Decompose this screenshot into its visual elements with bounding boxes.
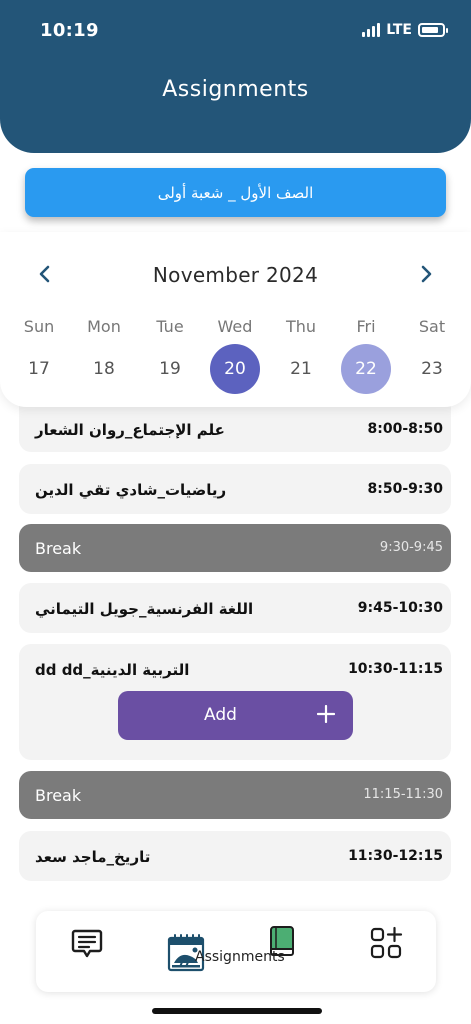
apps-add-icon[interactable] (366, 923, 406, 963)
period-time: 11:30-12:15 (348, 848, 443, 864)
calendar-month: November 2024 (152, 263, 319, 287)
day-cell-selected[interactable]: 20 (210, 344, 260, 394)
message-icon[interactable] (67, 923, 107, 963)
home-indicator[interactable] (152, 1008, 322, 1014)
subject-label: رياضيات_شادي تقي الدين (35, 481, 227, 499)
class-selector-label: الصف الأول _ شعبة أولى (157, 183, 314, 202)
schedule-row-current[interactable]: التربية الدينية_dd dd 10:30-11:15 Add (19, 644, 451, 760)
period-time: 8:50-9:30 (367, 481, 443, 497)
chevron-right-icon[interactable] (415, 262, 437, 286)
day-cell[interactable]: 19 (145, 344, 195, 394)
add-assignment-button[interactable]: Add (118, 691, 353, 740)
break-row: Break 9:30-9:45 (19, 524, 451, 572)
plus-icon (316, 698, 336, 729)
weekday-label: Mon (87, 317, 121, 336)
subject-label: اللغة الفرنسية_جويل التيماني (35, 600, 254, 618)
break-time: 11:15-11:30 (363, 787, 443, 802)
status-time: 10:19 (40, 20, 99, 41)
add-button-label: Add (204, 705, 237, 725)
day-cell[interactable]: 17 (14, 344, 64, 394)
status-indicators: LTE (362, 22, 448, 38)
weekday-label: Fri (356, 317, 376, 336)
weekday-label: Wed (217, 317, 253, 336)
app-header: 10:19 LTE Assignments (0, 0, 471, 153)
signal-icon (362, 23, 381, 37)
weekday-label: Sun (23, 317, 55, 336)
network-label: LTE (386, 22, 412, 38)
period-time: 9:45-10:30 (357, 600, 443, 616)
day-cell[interactable]: 18 (79, 344, 129, 394)
page-title: Assignments (162, 77, 309, 102)
day-cell[interactable]: 21 (276, 344, 326, 394)
class-selector-button[interactable]: الصف الأول _ شعبة أولى (25, 168, 446, 217)
subject-label: علم الإجتماع_روان الشعار (35, 421, 225, 439)
subject-label: تاريخ_ماجد سعد (35, 848, 151, 866)
break-row: Break 11:15-11:30 (19, 771, 451, 819)
day-cell[interactable]: 23 (407, 344, 457, 394)
period-time: 8:00-8:50 (367, 421, 443, 437)
week-calendar: November 2024 Sun Mon Tue Wed Thu Fri Sa… (0, 232, 471, 407)
schedule-row[interactable]: اللغة الفرنسية_جويل التيماني 9:45-10:30 (19, 583, 451, 633)
subject-label: التربية الدينية_dd dd (35, 661, 190, 679)
tab-assignments-label[interactable]: Assignments (195, 949, 285, 965)
day-cell-marked[interactable]: 22 (341, 344, 391, 394)
weekday-label: Thu (285, 317, 317, 336)
weekday-label: Sat (418, 317, 446, 336)
schedule-row[interactable]: علم الإجتماع_روان الشعار 8:00-8:50 (19, 406, 451, 452)
break-time: 9:30-9:45 (379, 540, 443, 555)
weekday-label: Tue (156, 317, 184, 336)
schedule-row[interactable]: رياضيات_شادي تقي الدين 8:50-9:30 (19, 464, 451, 514)
battery-icon (418, 23, 448, 37)
period-time: 10:30-11:15 (348, 661, 443, 677)
schedule-row[interactable]: تاريخ_ماجد سعد 11:30-12:15 (19, 831, 451, 881)
break-label: Break (35, 539, 82, 558)
break-label: Break (35, 786, 82, 805)
